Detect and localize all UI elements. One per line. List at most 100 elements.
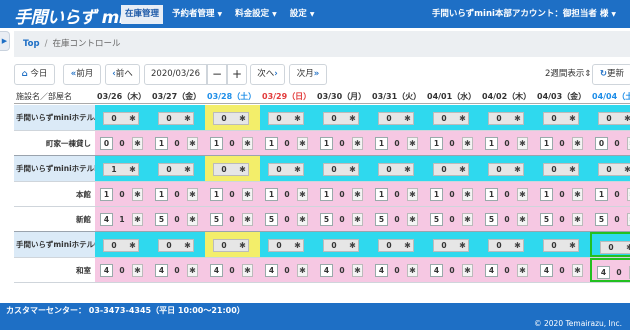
gear-icon[interactable]: ✱ xyxy=(517,188,528,201)
gear-icon[interactable]: ✱ xyxy=(292,112,303,125)
nav-item[interactable]: 在庫管理 xyxy=(121,5,164,24)
gear-icon[interactable]: ✱ xyxy=(237,163,248,176)
today-button[interactable]: ⌂ 今日 xyxy=(14,64,55,85)
gear-icon[interactable]: ✱ xyxy=(572,137,583,150)
gear-icon[interactable]: ✱ xyxy=(127,239,138,252)
refresh-button[interactable]: ↻更新 xyxy=(592,64,630,85)
gear-icon[interactable]: ✱ xyxy=(127,112,138,125)
gear-icon[interactable]: ✱ xyxy=(292,163,303,176)
gear-icon[interactable]: ✱ xyxy=(187,213,198,226)
gear-icon[interactable]: ✱ xyxy=(187,264,198,277)
stock-input[interactable]: 5 xyxy=(375,213,388,226)
gear-icon[interactable]: ✱ xyxy=(402,163,413,176)
gear-icon[interactable]: ✱ xyxy=(512,163,523,176)
stock-input[interactable]: 5 xyxy=(155,213,168,226)
gear-icon[interactable]: ✱ xyxy=(572,188,583,201)
gear-icon[interactable]: ✱ xyxy=(242,137,253,150)
gear-icon[interactable]: ✱ xyxy=(407,264,418,277)
gear-icon[interactable]: ✱ xyxy=(567,239,578,252)
stock-input[interactable]: 1 xyxy=(155,137,168,150)
gear-icon[interactable]: ✱ xyxy=(457,239,468,252)
gear-icon[interactable]: ✱ xyxy=(347,163,358,176)
gear-icon[interactable]: ✱ xyxy=(622,163,630,176)
stock-input[interactable]: 1 xyxy=(320,137,333,150)
gear-icon[interactable]: ✱ xyxy=(237,112,248,125)
stock-input[interactable]: 1 xyxy=(375,188,388,201)
stock-input[interactable]: 1 xyxy=(540,137,553,150)
gear-icon[interactable]: ✱ xyxy=(182,239,193,252)
period-select[interactable]: 2週間表示⇕ xyxy=(545,64,592,85)
date-increment-button[interactable]: + xyxy=(227,64,247,85)
gear-icon[interactable]: ✱ xyxy=(242,264,253,277)
stock-input[interactable]: 4 xyxy=(485,264,498,277)
stock-input[interactable]: 1 xyxy=(375,137,388,150)
prev-month-button[interactable]: «前月 xyxy=(63,64,101,85)
next-button[interactable]: 次へ› xyxy=(250,64,285,85)
gear-icon[interactable]: ✱ xyxy=(512,239,523,252)
gear-icon[interactable]: ✱ xyxy=(297,137,308,150)
prev-button[interactable]: ‹前へ xyxy=(105,64,140,85)
gear-icon[interactable]: ✱ xyxy=(292,239,303,252)
gear-icon[interactable]: ✱ xyxy=(572,264,583,277)
stock-input[interactable]: 5 xyxy=(485,213,498,226)
gear-icon[interactable]: ✱ xyxy=(352,188,363,201)
stock-input[interactable]: 4 xyxy=(597,266,610,279)
date-decrement-button[interactable]: − xyxy=(207,64,227,85)
stock-input[interactable]: 5 xyxy=(320,213,333,226)
gear-icon[interactable]: ✱ xyxy=(517,213,528,226)
gear-icon[interactable]: ✱ xyxy=(182,163,193,176)
gear-icon[interactable]: ✱ xyxy=(402,239,413,252)
nav-item[interactable]: 予約者管理 ▼ xyxy=(168,5,226,24)
sidebar-toggle-button[interactable]: ▶ xyxy=(0,31,10,51)
gear-icon[interactable]: ✱ xyxy=(407,213,418,226)
gear-icon[interactable]: ✱ xyxy=(297,188,308,201)
gear-icon[interactable]: ✱ xyxy=(347,112,358,125)
gear-icon[interactable]: ✱ xyxy=(462,188,473,201)
gear-icon[interactable]: ✱ xyxy=(187,137,198,150)
gear-icon[interactable]: ✱ xyxy=(132,137,143,150)
gear-icon[interactable]: ✱ xyxy=(352,264,363,277)
gear-icon[interactable]: ✱ xyxy=(127,163,138,176)
gear-icon[interactable]: ✱ xyxy=(132,264,143,277)
gear-icon[interactable]: ✱ xyxy=(402,112,413,125)
stock-input[interactable]: 4 xyxy=(100,213,113,226)
stock-input[interactable]: 1 xyxy=(430,188,443,201)
stock-input[interactable]: 0 xyxy=(595,137,608,150)
gear-icon[interactable]: ✱ xyxy=(297,213,308,226)
gear-icon[interactable]: ✱ xyxy=(457,112,468,125)
gear-icon[interactable]: ✱ xyxy=(352,213,363,226)
gear-icon[interactable]: ✱ xyxy=(187,188,198,201)
date-input[interactable]: 2020/03/26 xyxy=(144,64,207,85)
gear-icon[interactable]: ✱ xyxy=(242,213,253,226)
stock-input[interactable]: 5 xyxy=(430,213,443,226)
gear-icon[interactable]: ✱ xyxy=(567,163,578,176)
stock-input[interactable]: 1 xyxy=(100,188,113,201)
stock-input[interactable]: 1 xyxy=(210,188,223,201)
gear-icon[interactable]: ✱ xyxy=(237,239,248,252)
gear-icon[interactable]: ✱ xyxy=(462,137,473,150)
gear-icon[interactable]: ✱ xyxy=(622,112,630,125)
gear-icon[interactable]: ✱ xyxy=(462,213,473,226)
stock-input[interactable]: 1 xyxy=(155,188,168,201)
gear-icon[interactable]: ✱ xyxy=(407,188,418,201)
stock-input[interactable]: 4 xyxy=(320,264,333,277)
gear-icon[interactable]: ✱ xyxy=(462,264,473,277)
gear-icon[interactable]: ✱ xyxy=(352,137,363,150)
stock-input[interactable]: 5 xyxy=(210,213,223,226)
stock-input[interactable]: 4 xyxy=(540,264,553,277)
gear-icon[interactable]: ✱ xyxy=(457,163,468,176)
gear-icon[interactable]: ✱ xyxy=(572,213,583,226)
stock-input[interactable]: 1 xyxy=(430,137,443,150)
stock-input[interactable]: 5 xyxy=(595,213,608,226)
gear-icon[interactable]: ✱ xyxy=(517,137,528,150)
gear-icon[interactable]: ✱ xyxy=(567,112,578,125)
nav-item[interactable]: 料金設定 ▼ xyxy=(231,5,281,24)
stock-input[interactable]: 0 xyxy=(100,137,113,150)
next-month-button[interactable]: 次月» xyxy=(289,64,327,85)
gear-icon[interactable]: ✱ xyxy=(132,188,143,201)
gear-icon[interactable]: ✱ xyxy=(624,241,630,254)
stock-input[interactable]: 4 xyxy=(430,264,443,277)
stock-input[interactable]: 4 xyxy=(210,264,223,277)
gear-icon[interactable]: ✱ xyxy=(132,213,143,226)
stock-input[interactable]: 4 xyxy=(375,264,388,277)
